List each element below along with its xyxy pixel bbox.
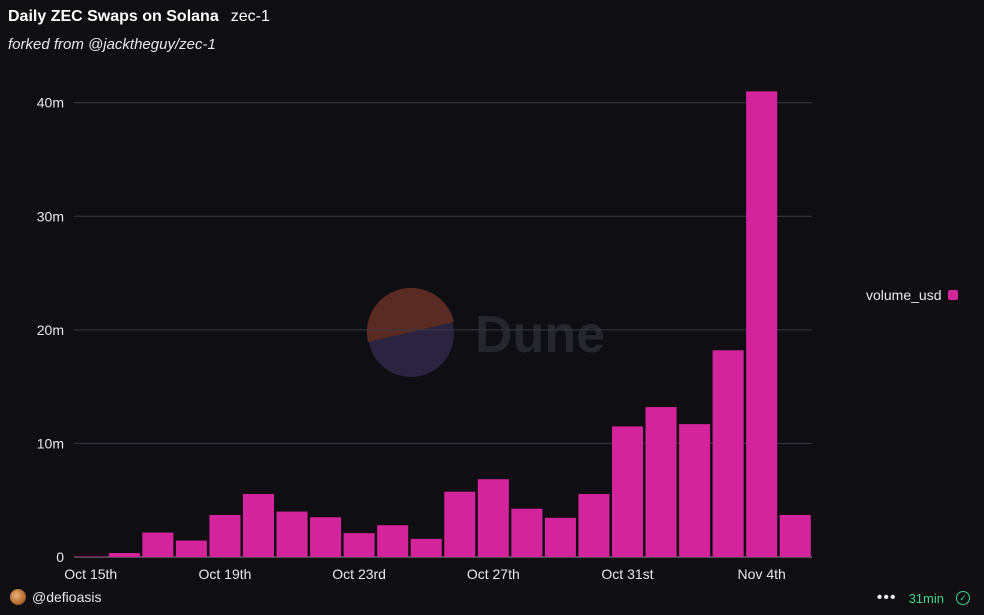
x-tick-label: Oct 15th [64,566,117,582]
x-tick-label: Oct 27th [467,566,520,582]
bar-nov-2nd[interactable] [679,424,711,557]
x-tick-label: Oct 23rd [332,566,386,582]
author-name: @defioasis [32,589,102,605]
bar-oct-29th[interactable] [544,517,576,557]
bar-oct-27th[interactable] [477,479,509,557]
bar-oct-23rd[interactable] [343,533,375,557]
bar-nov-4th[interactable] [746,91,778,557]
x-tick-label: Oct 31st [601,566,653,582]
bar-oct-28th[interactable] [511,508,543,557]
x-tick-label: Oct 19th [198,566,251,582]
legend-label: volume_usd [866,287,942,303]
bar-oct-17th[interactable] [142,532,174,557]
x-tick-label: Nov 4th [738,566,786,582]
watermark-text: Dune [475,306,605,364]
author-info[interactable]: @defioasis [10,589,101,605]
y-axis-ticks: 0 10m 20m 30m 40m [37,95,64,565]
bar-chart: Dune 0 10m 20m 30m 40m Oct 15th Oct 19th Oct 2… [37,91,812,582]
ellipsis-icon[interactable]: ••• [877,589,897,607]
bar-oct-25th[interactable] [410,538,442,557]
refresh-age: 31min [908,590,944,606]
chart-legend[interactable]: volume_usd [866,287,958,303]
bar-oct-30th[interactable] [578,493,610,557]
bar-nov-1st[interactable] [645,407,677,557]
y-tick-label: 30m [37,208,64,224]
footer-status: ••• 31min ✓ [877,589,970,607]
y-tick-label: 40m [37,95,64,111]
bar-oct-31st[interactable] [611,426,644,557]
bar-oct-20th[interactable] [242,493,275,557]
bar-oct-24th[interactable] [377,525,409,557]
check-circle-icon: ✓ [956,591,970,605]
y-tick-label: 10m [37,435,64,451]
dune-watermark: Dune [366,287,605,377]
bar-oct-21st[interactable] [276,511,308,557]
bar-nov-5th[interactable] [779,514,811,557]
bar-oct-22nd[interactable] [310,517,342,557]
legend-swatch [947,290,958,300]
bar-nov-3rd[interactable] [712,350,744,557]
y-tick-label: 20m [37,322,64,338]
bar-oct-26th[interactable] [444,491,476,557]
avatar [10,589,26,605]
bar-oct-16th[interactable] [108,553,140,557]
bar-oct-18th[interactable] [175,540,207,557]
bar-oct-19th[interactable] [209,514,241,557]
x-axis-ticks: Oct 15th Oct 19th Oct 23rd Oct 27th Oct 31st… [64,566,785,582]
y-tick-label: 0 [56,549,64,565]
bar-oct-15th[interactable] [75,556,107,557]
